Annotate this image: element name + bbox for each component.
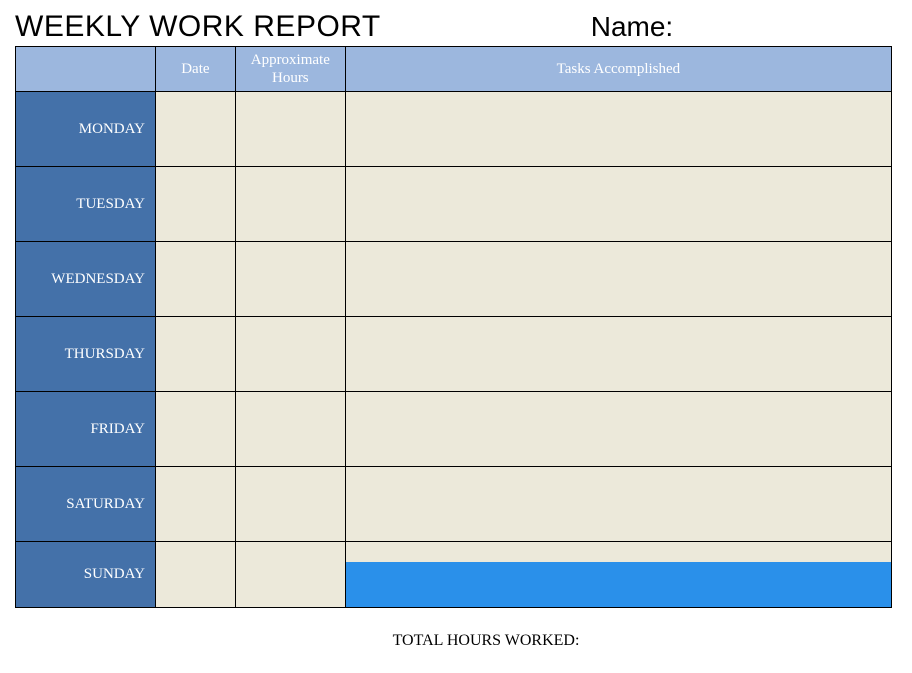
tasks-cell[interactable] bbox=[345, 467, 891, 542]
hours-cell[interactable] bbox=[235, 242, 345, 317]
day-label: MONDAY bbox=[16, 92, 156, 167]
name-label: Name: bbox=[591, 11, 673, 43]
table-row: WEDNESDAY bbox=[16, 242, 892, 317]
date-cell[interactable] bbox=[155, 242, 235, 317]
col-date-header: Date bbox=[155, 47, 235, 92]
table-row: SUNDAY bbox=[16, 542, 892, 608]
date-cell[interactable] bbox=[155, 317, 235, 392]
day-label: WEDNESDAY bbox=[16, 242, 156, 317]
table-row: FRIDAY bbox=[16, 392, 892, 467]
hours-cell[interactable] bbox=[235, 392, 345, 467]
date-cell[interactable] bbox=[155, 467, 235, 542]
hours-cell[interactable] bbox=[235, 467, 345, 542]
day-label: TUESDAY bbox=[16, 167, 156, 242]
col-day-header bbox=[16, 47, 156, 92]
hours-cell[interactable] bbox=[235, 92, 345, 167]
table-row: MONDAY bbox=[16, 92, 892, 167]
date-cell[interactable] bbox=[155, 542, 235, 608]
date-cell[interactable] bbox=[155, 167, 235, 242]
hours-line2: Hours bbox=[272, 70, 309, 86]
report-table: Date Approximate Hours Tasks Accomplishe… bbox=[15, 46, 892, 608]
day-label: THURSDAY bbox=[16, 317, 156, 392]
tasks-cell[interactable] bbox=[345, 92, 891, 167]
page-title: WEEKLY WORK REPORT bbox=[15, 10, 381, 44]
tasks-cell[interactable] bbox=[345, 542, 891, 608]
header-row: Date Approximate Hours Tasks Accomplishe… bbox=[16, 47, 892, 92]
hours-cell[interactable] bbox=[235, 167, 345, 242]
tasks-cell[interactable] bbox=[345, 167, 891, 242]
day-label: FRIDAY bbox=[16, 392, 156, 467]
date-cell[interactable] bbox=[155, 92, 235, 167]
hours-line1: Approximate bbox=[251, 52, 330, 68]
total-hours-label: TOTAL HOURS WORKED: bbox=[75, 632, 897, 650]
table-row: TUESDAY bbox=[16, 167, 892, 242]
day-label: SATURDAY bbox=[16, 467, 156, 542]
hours-cell[interactable] bbox=[235, 542, 345, 608]
col-hours-header: Approximate Hours bbox=[235, 47, 345, 92]
col-tasks-header: Tasks Accomplished bbox=[345, 47, 891, 92]
table-row: THURSDAY bbox=[16, 317, 892, 392]
header: WEEKLY WORK REPORT Name: bbox=[15, 10, 897, 44]
tasks-top-area bbox=[346, 542, 891, 562]
day-label: SUNDAY bbox=[16, 542, 156, 608]
tasks-highlight bbox=[346, 562, 891, 607]
tasks-cell[interactable] bbox=[345, 392, 891, 467]
hours-cell[interactable] bbox=[235, 317, 345, 392]
tasks-cell[interactable] bbox=[345, 317, 891, 392]
date-cell[interactable] bbox=[155, 392, 235, 467]
table-row: SATURDAY bbox=[16, 467, 892, 542]
tasks-cell[interactable] bbox=[345, 242, 891, 317]
